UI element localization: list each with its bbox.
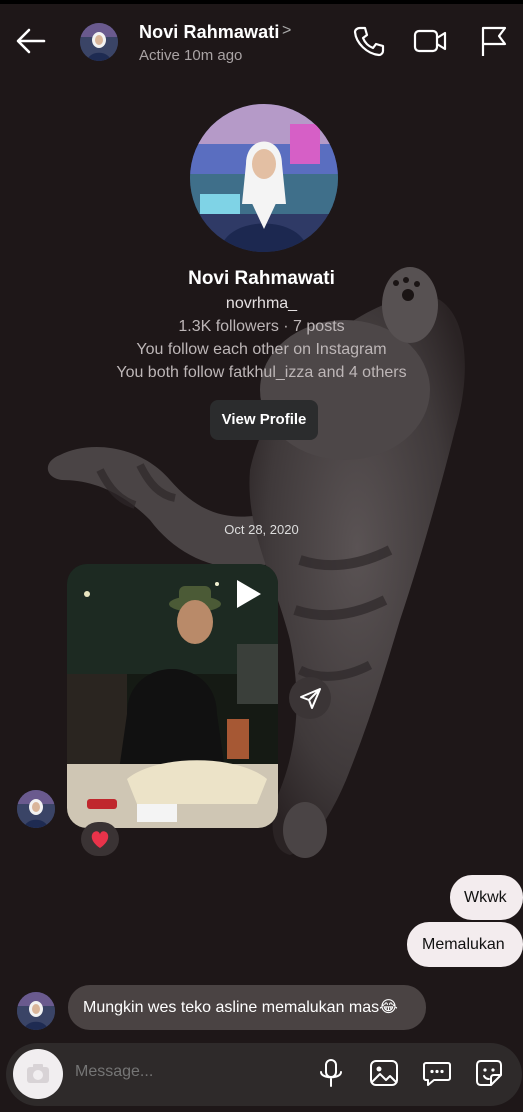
chat-bubble-icon[interactable]: [421, 1057, 453, 1089]
phone-icon[interactable]: [352, 24, 386, 58]
camera-icon: [27, 1064, 49, 1083]
video-call-icon[interactable]: [413, 24, 447, 58]
sender-avatar[interactable]: [17, 790, 55, 828]
follow-status: You follow each other on Instagram: [136, 341, 387, 358]
mutual-followers: You both follow fatkhul_izza and 4 other…: [116, 364, 407, 381]
microphone-icon[interactable]: [315, 1057, 347, 1089]
heart-icon: [91, 831, 109, 848]
date-separator: Oct 28, 2020: [224, 522, 299, 537]
message-bubble-incoming[interactable]: Mungkin wes teko asline memalukan mas😂: [68, 985, 426, 1030]
view-profile-button[interactable]: View Profile: [210, 400, 318, 440]
share-send-button[interactable]: [289, 677, 331, 719]
message-input[interactable]: [73, 1062, 257, 1082]
profile-stats: 1.3K followers · 7 posts: [178, 318, 345, 335]
back-arrow-icon[interactable]: [14, 24, 48, 58]
camera-button[interactable]: [13, 1049, 63, 1099]
header-avatar[interactable]: [80, 23, 118, 61]
play-icon[interactable]: [234, 578, 264, 610]
active-status: Active 10m ago: [139, 47, 243, 64]
profile-username: novrhma_: [225, 295, 298, 312]
message-bubble-outgoing[interactable]: Wkwk: [450, 875, 523, 920]
message-bubble-outgoing[interactable]: Memalukan: [407, 922, 523, 967]
share-send-icon: [300, 688, 321, 709]
profile-avatar[interactable]: [190, 104, 338, 252]
sticker-icon[interactable]: [473, 1057, 505, 1089]
contact-name[interactable]: Novi Rahmawati: [139, 22, 279, 43]
gallery-icon[interactable]: [368, 1057, 400, 1089]
profile-name: Novi Rahmawati: [188, 268, 335, 289]
flag-icon[interactable]: [477, 24, 511, 58]
chevron-right-icon[interactable]: >: [282, 22, 291, 40]
chat-header: Novi Rahmawati > Active 10m ago: [0, 4, 523, 80]
sender-avatar[interactable]: [17, 992, 55, 1030]
heart-reaction[interactable]: [81, 822, 119, 856]
